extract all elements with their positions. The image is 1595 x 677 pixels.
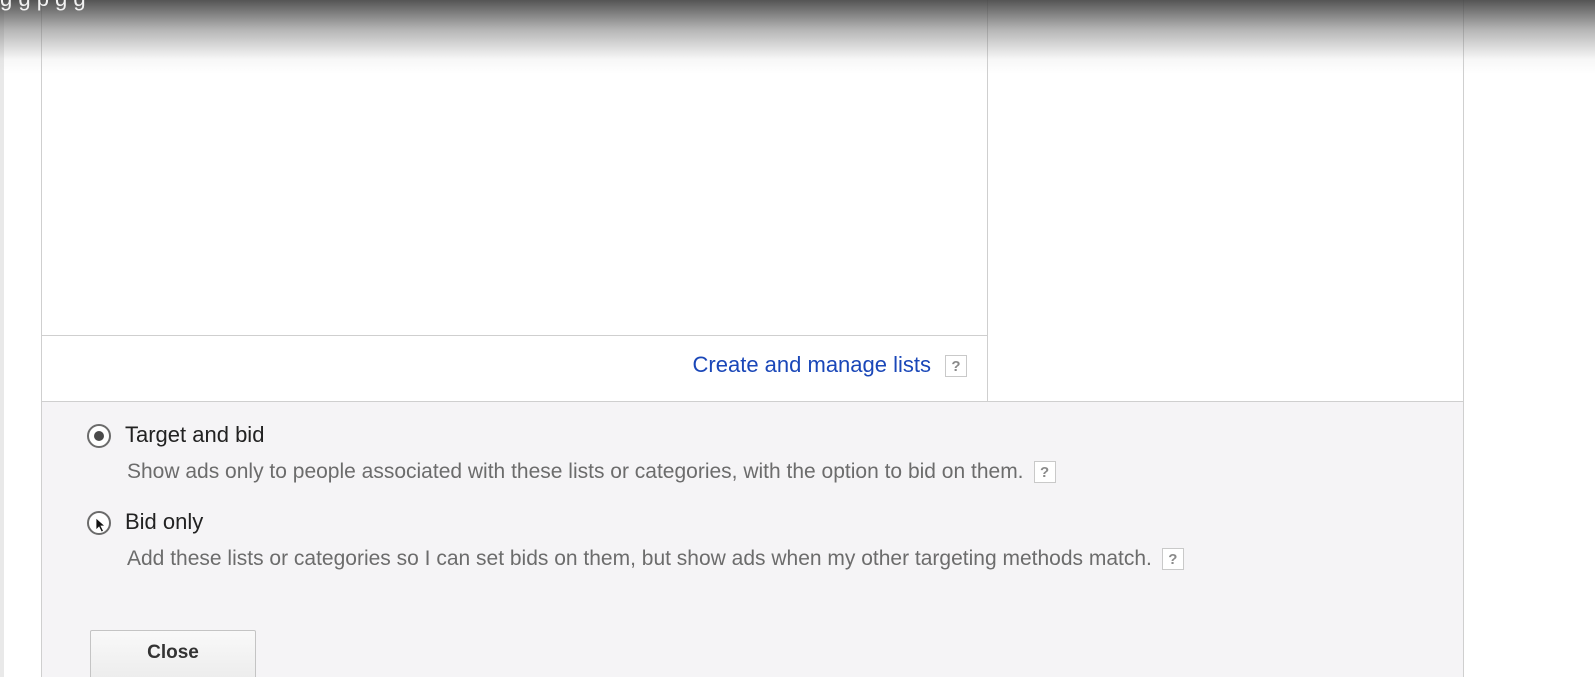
bid-only-radio[interactable] <box>87 511 111 535</box>
window-edge <box>0 0 4 677</box>
target-and-bid-description-text: Show ads only to people associated with … <box>127 460 1024 483</box>
selected-lists-box[interactable] <box>42 0 988 335</box>
target-and-bid-description: Show ads only to people associated with … <box>127 460 1056 484</box>
right-column <box>988 0 1463 401</box>
close-button[interactable]: Close <box>90 630 256 677</box>
target-and-bid-help-icon[interactable]: ? <box>1033 461 1056 484</box>
bid-only-description: Add these lists or categories so I can s… <box>127 547 1184 571</box>
bid-only-label[interactable]: Bid only <box>125 509 203 535</box>
mouse-pointer-icon <box>95 517 107 533</box>
radio-selected-dot <box>94 431 104 441</box>
lists-footer: Create and manage lists ? <box>42 335 988 401</box>
bid-only-help-icon[interactable]: ? <box>1161 548 1184 571</box>
page: Create and manage lists ? Target and bid… <box>0 0 1595 677</box>
targeting-options: Target and bid Show ads only to people a… <box>42 401 1463 677</box>
create-and-manage-lists-link[interactable]: Create and manage lists <box>693 352 931 378</box>
target-and-bid-radio[interactable] <box>87 424 111 448</box>
bid-only-description-text: Add these lists or categories so I can s… <box>127 547 1152 570</box>
target-and-bid-label[interactable]: Target and bid <box>125 422 264 448</box>
manage-lists-help-icon[interactable]: ? <box>945 355 967 377</box>
audience-panel: Create and manage lists ? Target and bid… <box>41 0 1464 677</box>
